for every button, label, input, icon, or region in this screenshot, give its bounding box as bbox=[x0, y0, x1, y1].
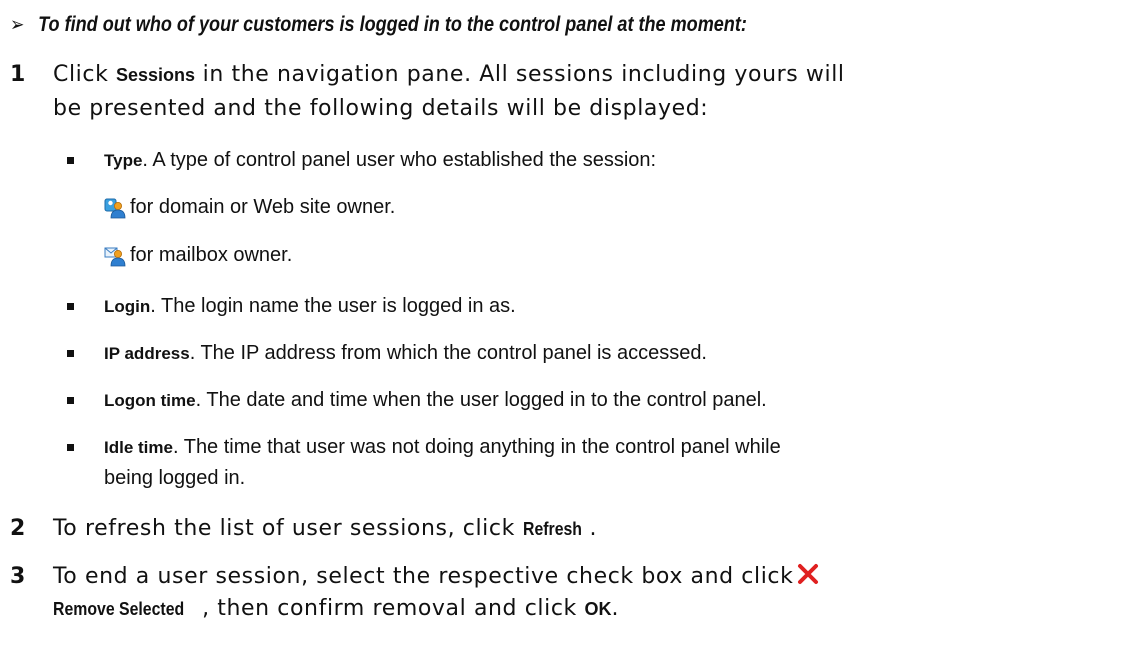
sessions-term: Sessions bbox=[116, 65, 196, 85]
procedure-heading-text: To find out who of your customers is log… bbox=[38, 13, 747, 36]
bullet-term: Type bbox=[104, 151, 143, 170]
mailbox-owner-line: for mailbox owner. bbox=[104, 244, 292, 267]
bullet-ip-address: IP address. The IP address from which th… bbox=[67, 338, 707, 369]
domain-owner-text: for domain or Web site owner. bbox=[130, 196, 396, 218]
procedure-heading: ➢ To find out who of your customers is l… bbox=[10, 12, 747, 37]
bullet-square-icon bbox=[67, 444, 74, 451]
bullet-square-icon bbox=[67, 397, 74, 404]
step-number: 1 bbox=[10, 62, 26, 87]
mailbox-owner-icon bbox=[104, 247, 126, 266]
bullet-square-icon bbox=[67, 350, 74, 357]
domain-owner-icon bbox=[104, 198, 126, 218]
refresh-term: Refresh bbox=[522, 519, 582, 539]
bullet-term: Login bbox=[104, 297, 151, 316]
bullet-idle-time: Idle time. The time that user was not do… bbox=[67, 432, 781, 493]
bullet-login: Login. The login name the user is logged… bbox=[67, 291, 516, 322]
step-1-line-2: be presented and the following details w… bbox=[53, 96, 709, 121]
mailbox-owner-text: for mailbox owner. bbox=[130, 244, 293, 266]
step-2-line: To refresh the list of user sessions, cl… bbox=[53, 512, 597, 546]
idle-time-line-2: being logged in. bbox=[104, 467, 246, 489]
bullet-term: Logon time bbox=[104, 391, 196, 410]
bullet-term: Idle time bbox=[104, 438, 173, 457]
step-1-line-1: Click Sessions in the navigation pane. A… bbox=[53, 62, 845, 87]
step-number: 2 bbox=[10, 516, 26, 541]
remove-selected-term: Remove Selected bbox=[53, 599, 185, 619]
bullet-type: Type. A type of control panel user who e… bbox=[67, 145, 656, 176]
domain-owner-line: for domain or Web site owner. bbox=[104, 196, 395, 219]
bullet-term: IP address bbox=[104, 344, 190, 363]
bullet-square-icon bbox=[67, 157, 74, 164]
bullet-square-icon bbox=[67, 303, 74, 310]
step-number: 3 bbox=[10, 564, 26, 589]
step-3-line-1: To end a user session, select the respec… bbox=[53, 560, 819, 594]
arrow-bullet-icon: ➢ bbox=[10, 14, 25, 36]
step-3-line-2: Remove Selected, then confirm removal an… bbox=[53, 592, 619, 626]
bullet-logon-time: Logon time. The date and time when the u… bbox=[67, 385, 767, 416]
remove-x-icon bbox=[798, 564, 819, 584]
ok-term: OK bbox=[584, 599, 612, 619]
